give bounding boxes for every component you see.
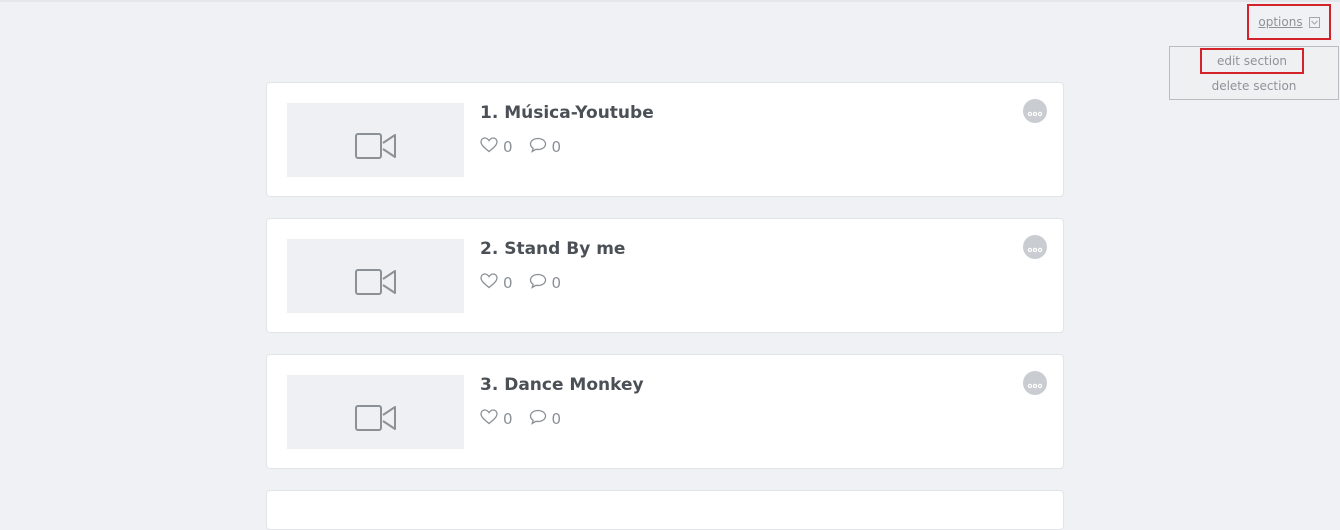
heart-icon: [480, 409, 498, 429]
ellipsis-icon: [1027, 374, 1043, 393]
item-stats: 0 0: [480, 273, 577, 293]
comments-count: 0: [551, 274, 562, 292]
more-options-button[interactable]: [1023, 235, 1047, 259]
comment-icon: [529, 137, 547, 157]
item-title[interactable]: 3. Dance Monkey: [480, 375, 644, 395]
more-options-button[interactable]: [1023, 99, 1047, 123]
comment-icon: [529, 273, 547, 293]
comments-count: 0: [551, 138, 562, 156]
likes-stat[interactable]: 0: [480, 273, 513, 293]
options-dropdown: edit section delete section: [1169, 46, 1339, 100]
options-label: options: [1258, 15, 1303, 29]
video-camera-icon: [354, 267, 397, 301]
likes-count: 0: [503, 274, 513, 292]
item-title[interactable]: 1. Música-Youtube: [480, 103, 654, 123]
video-camera-icon: [354, 403, 397, 437]
video-camera-icon: [354, 131, 397, 165]
options-toggle[interactable]: options: [1247, 4, 1331, 40]
likes-stat[interactable]: 0: [480, 409, 513, 429]
item-stats: 0 0: [480, 137, 577, 157]
thumbnail: [287, 375, 464, 449]
likes-count: 0: [503, 410, 513, 428]
list-item[interactable]: 2. Stand By me 0 0: [266, 218, 1064, 333]
comments-stat[interactable]: 0: [529, 409, 562, 429]
delete-section-item[interactable]: delete section: [1170, 75, 1338, 97]
list-item[interactable]: 3. Dance Monkey 0 0: [266, 354, 1064, 469]
ellipsis-icon: [1027, 238, 1043, 257]
more-options-button[interactable]: [1023, 371, 1047, 395]
comment-icon: [529, 409, 547, 429]
ellipsis-icon: [1027, 102, 1043, 121]
heart-icon: [480, 137, 498, 157]
likes-stat[interactable]: 0: [480, 137, 513, 157]
list-item[interactable]: [266, 490, 1064, 530]
item-stats: 0 0: [480, 409, 577, 429]
item-title[interactable]: 2. Stand By me: [480, 239, 625, 259]
heart-icon: [480, 273, 498, 293]
thumbnail: [287, 239, 464, 313]
comments-count: 0: [551, 410, 562, 428]
comments-stat[interactable]: 0: [529, 273, 562, 293]
edit-section-item[interactable]: edit section: [1200, 48, 1304, 74]
comments-stat[interactable]: 0: [529, 137, 562, 157]
chevron-down-icon: [1308, 16, 1320, 28]
list-item[interactable]: 1. Música-Youtube 0 0: [266, 82, 1064, 197]
likes-count: 0: [503, 138, 513, 156]
content-list: 1. Música-Youtube 0 0 2. Stand By me 0 0…: [266, 82, 1064, 530]
thumbnail: [287, 103, 464, 177]
